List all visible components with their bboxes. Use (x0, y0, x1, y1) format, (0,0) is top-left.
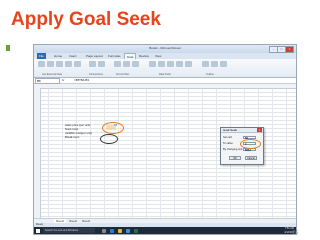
highlight-ellipse-fixed-costs (102, 122, 124, 134)
ribbon: Get External Data Connections Sort & Fil… (34, 59, 296, 78)
group-label-outline: Outline (206, 73, 214, 76)
consolidate-icon[interactable] (176, 61, 183, 67)
store-icon[interactable] (126, 228, 130, 233)
title-bar: Book1 - Microsoft Excel – □ × (34, 45, 296, 53)
from-other-sources-icon[interactable] (65, 61, 72, 67)
task-view-icon[interactable] (102, 228, 106, 233)
fx-icon[interactable]: fx (62, 78, 64, 83)
group-label-external-data: Get External Data (42, 73, 62, 76)
ok-button[interactable]: OK (229, 156, 241, 160)
formula-input[interactable]: =B5*B4-B3 (74, 78, 89, 83)
group-label-connections: Connections (89, 73, 103, 76)
highlight-ellipse-break-even (100, 134, 118, 144)
bullet-marker (6, 45, 10, 51)
from-web-icon[interactable] (47, 61, 54, 67)
to-value-label: To value: (223, 142, 234, 145)
excel-taskbar-icon[interactable] (134, 228, 138, 233)
existing-connections-icon[interactable] (74, 61, 81, 67)
set-cell-label: Set cell: (223, 136, 233, 139)
subtotal-icon[interactable] (220, 61, 227, 67)
excel-screenshot: Book1 - Microsoft Excel – □ × File Home … (33, 44, 297, 235)
sort-icon[interactable] (114, 61, 121, 67)
what-if-analysis-icon[interactable] (185, 61, 192, 67)
refresh-all-icon[interactable] (89, 61, 96, 67)
connections-icon[interactable] (98, 61, 105, 67)
remove-duplicates-icon[interactable] (158, 61, 165, 67)
data-validation-icon[interactable] (167, 61, 174, 67)
edge-icon[interactable] (110, 228, 114, 233)
windows-start-icon[interactable] (36, 228, 40, 233)
close-button[interactable]: × (285, 46, 294, 53)
slide-number: 26 (292, 230, 298, 236)
group-label-sort-filter: Sort & Filter (116, 73, 130, 76)
windows-taskbar: Search the web and Windows 7:51 AM 4/1/2… (34, 227, 296, 234)
goal-seek-dialog: Goal Seek × Set cell: B6 To value: 0 By … (220, 127, 264, 165)
highlight-ellipse-to-value (240, 139, 261, 149)
advanced-filter-icon[interactable] (132, 61, 139, 67)
by-changing-cell-label: By changing cell: (223, 148, 243, 151)
text-to-columns-icon[interactable] (149, 61, 156, 67)
filter-icon[interactable] (123, 61, 130, 67)
ungroup-icon[interactable] (211, 61, 218, 67)
group-icon[interactable] (202, 61, 209, 67)
from-access-icon[interactable] (38, 61, 45, 67)
dialog-close-button[interactable]: × (257, 128, 262, 132)
cancel-button[interactable]: Cancel (245, 156, 257, 160)
from-text-icon[interactable] (56, 61, 63, 67)
window-title: Book1 - Microsoft Excel (149, 46, 181, 50)
taskbar-search[interactable]: Search the web and Windows (43, 228, 95, 233)
row-headers (34, 88, 41, 218)
cell-label-break-even[interactable]: Break-even (65, 135, 79, 139)
slide-title: Apply Goal Seek (11, 9, 161, 30)
column-headers (34, 84, 296, 89)
file-explorer-icon[interactable] (118, 228, 122, 233)
group-label-data-tools: Data Tools (159, 73, 171, 76)
